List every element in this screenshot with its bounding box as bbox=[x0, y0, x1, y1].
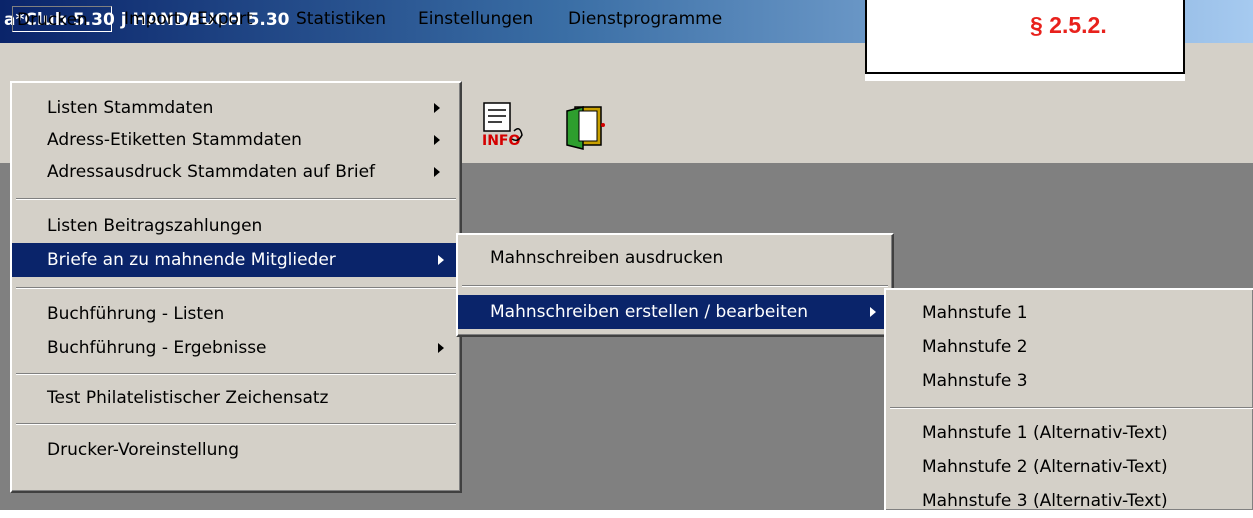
submenu-arrow-icon bbox=[870, 307, 876, 317]
submenu-arrow-icon bbox=[434, 103, 440, 113]
menu-einstellungen[interactable]: Einstellungen bbox=[414, 6, 537, 32]
menu-item-briefe-mahnen[interactable]: Briefe an zu mahnende Mitglieder bbox=[12, 243, 460, 277]
menu-item-mahnstufe-3[interactable]: Mahnstufe 3 bbox=[886, 364, 1253, 398]
menu-item-mahnstufe-2-alt[interactable]: Mahnstufe 2 (Alternativ-Text) bbox=[886, 450, 1253, 484]
menu-item-label: Adress-Etiketten Stammdaten bbox=[47, 130, 302, 150]
menu-separator bbox=[16, 423, 456, 425]
menu-item-adressausdruck[interactable]: Adressausdruck Stammdaten auf Brief bbox=[12, 155, 460, 189]
menu-item-listen-stammdaten[interactable]: Listen Stammdaten bbox=[12, 91, 460, 125]
menu-item-label: Mahnstufe 2 bbox=[922, 337, 1028, 357]
menu-separator bbox=[16, 373, 456, 375]
submenu-arrow-icon bbox=[434, 135, 440, 145]
menu-item-label: Drucker-Voreinstellung bbox=[47, 440, 239, 460]
menu-item-label: Mahnschreiben erstellen / bearbeiten bbox=[490, 302, 809, 322]
menu-item-label: Mahnstufe 3 bbox=[922, 371, 1028, 391]
menu-item-label: Listen Beitragszahlungen bbox=[47, 216, 263, 236]
menu-item-mahnschreiben-ausdrucken[interactable]: Mahnschreiben ausdrucken bbox=[458, 241, 892, 275]
menu-separator bbox=[462, 285, 888, 287]
menu-item-label: Buchführung - Ergebnisse bbox=[47, 338, 267, 358]
menu-import-export[interactable]: Import / Export bbox=[120, 6, 257, 32]
menu-item-label: Adressausdruck Stammdaten auf Brief bbox=[47, 162, 376, 182]
section-number: § 2.5.2. bbox=[1030, 12, 1107, 38]
drucken-menu: Listen Stammdaten Adress-Etiketten Stamm… bbox=[10, 81, 462, 493]
menu-item-adress-etiketten[interactable]: Adress-Etiketten Stammdaten bbox=[12, 123, 460, 157]
menu-item-label: Mahnstufe 3 (Alternativ-Text) bbox=[922, 491, 1168, 511]
submenu-arrow-icon bbox=[438, 343, 444, 353]
menu-item-label: Test Philatelistischer Zeichensatz bbox=[47, 388, 329, 408]
menu-dienstprogramme[interactable]: Dienstprogramme bbox=[564, 6, 726, 32]
menu-item-label: Briefe an zu mahnende Mitglieder bbox=[47, 250, 336, 270]
submenu-arrow-icon bbox=[434, 167, 440, 177]
mahnstufen-submenu: Mahnstufe 1 Mahnstufe 2 Mahnstufe 3 Mahn… bbox=[884, 288, 1253, 511]
menu-item-label: Buchführung - Listen bbox=[47, 304, 225, 324]
menu-item-buchfuehrung-ergebnisse[interactable]: Buchführung - Ergebnisse bbox=[12, 331, 460, 365]
section-annotation-box bbox=[865, 0, 1185, 74]
menu-item-label: Mahnstufe 1 bbox=[922, 303, 1028, 323]
menu-separator bbox=[16, 287, 456, 289]
menu-item-label: Mahnschreiben ausdrucken bbox=[490, 248, 724, 268]
menu-item-mahnstufe-2[interactable]: Mahnstufe 2 bbox=[886, 330, 1253, 364]
menu-item-mahnschreiben-bearbeiten[interactable]: Mahnschreiben erstellen / bearbeiten bbox=[458, 295, 892, 329]
menu-item-mahnstufe-1[interactable]: Mahnstufe 1 bbox=[886, 296, 1253, 330]
menu-drucken[interactable]: Drucken bbox=[12, 6, 112, 32]
menu-separator bbox=[16, 198, 456, 200]
menu-separator bbox=[890, 407, 1253, 409]
briefe-submenu: Mahnschreiben ausdrucken Mahnschreiben e… bbox=[456, 233, 894, 337]
menu-item-buchfuehrung-listen[interactable]: Buchführung - Listen bbox=[12, 297, 460, 331]
menu-item-mahnstufe-1-alt[interactable]: Mahnstufe 1 (Alternativ-Text) bbox=[886, 416, 1253, 450]
menu-item-label: Mahnstufe 1 (Alternativ-Text) bbox=[922, 423, 1168, 443]
menu-statistiken[interactable]: Statistiken bbox=[292, 6, 390, 32]
menu-bar-end bbox=[1185, 43, 1253, 81]
svg-text:INFO: INFO bbox=[482, 133, 520, 149]
menu-item-label: Listen Stammdaten bbox=[47, 98, 214, 118]
exit-door-icon[interactable] bbox=[563, 101, 607, 151]
menu-item-mahnstufe-3-alt[interactable]: Mahnstufe 3 (Alternativ-Text) bbox=[886, 484, 1253, 518]
submenu-arrow-icon bbox=[438, 255, 444, 265]
menu-item-drucker-voreinstellung[interactable]: Drucker-Voreinstellung bbox=[12, 433, 460, 467]
info-icon[interactable]: INFO bbox=[480, 101, 526, 151]
menu-item-test-zeichensatz[interactable]: Test Philatelistischer Zeichensatz bbox=[12, 381, 460, 415]
menu-item-listen-beitragszahlungen[interactable]: Listen Beitragszahlungen bbox=[12, 209, 460, 243]
menu-item-label: Mahnstufe 2 (Alternativ-Text) bbox=[922, 457, 1168, 477]
menu-bar bbox=[0, 43, 865, 81]
